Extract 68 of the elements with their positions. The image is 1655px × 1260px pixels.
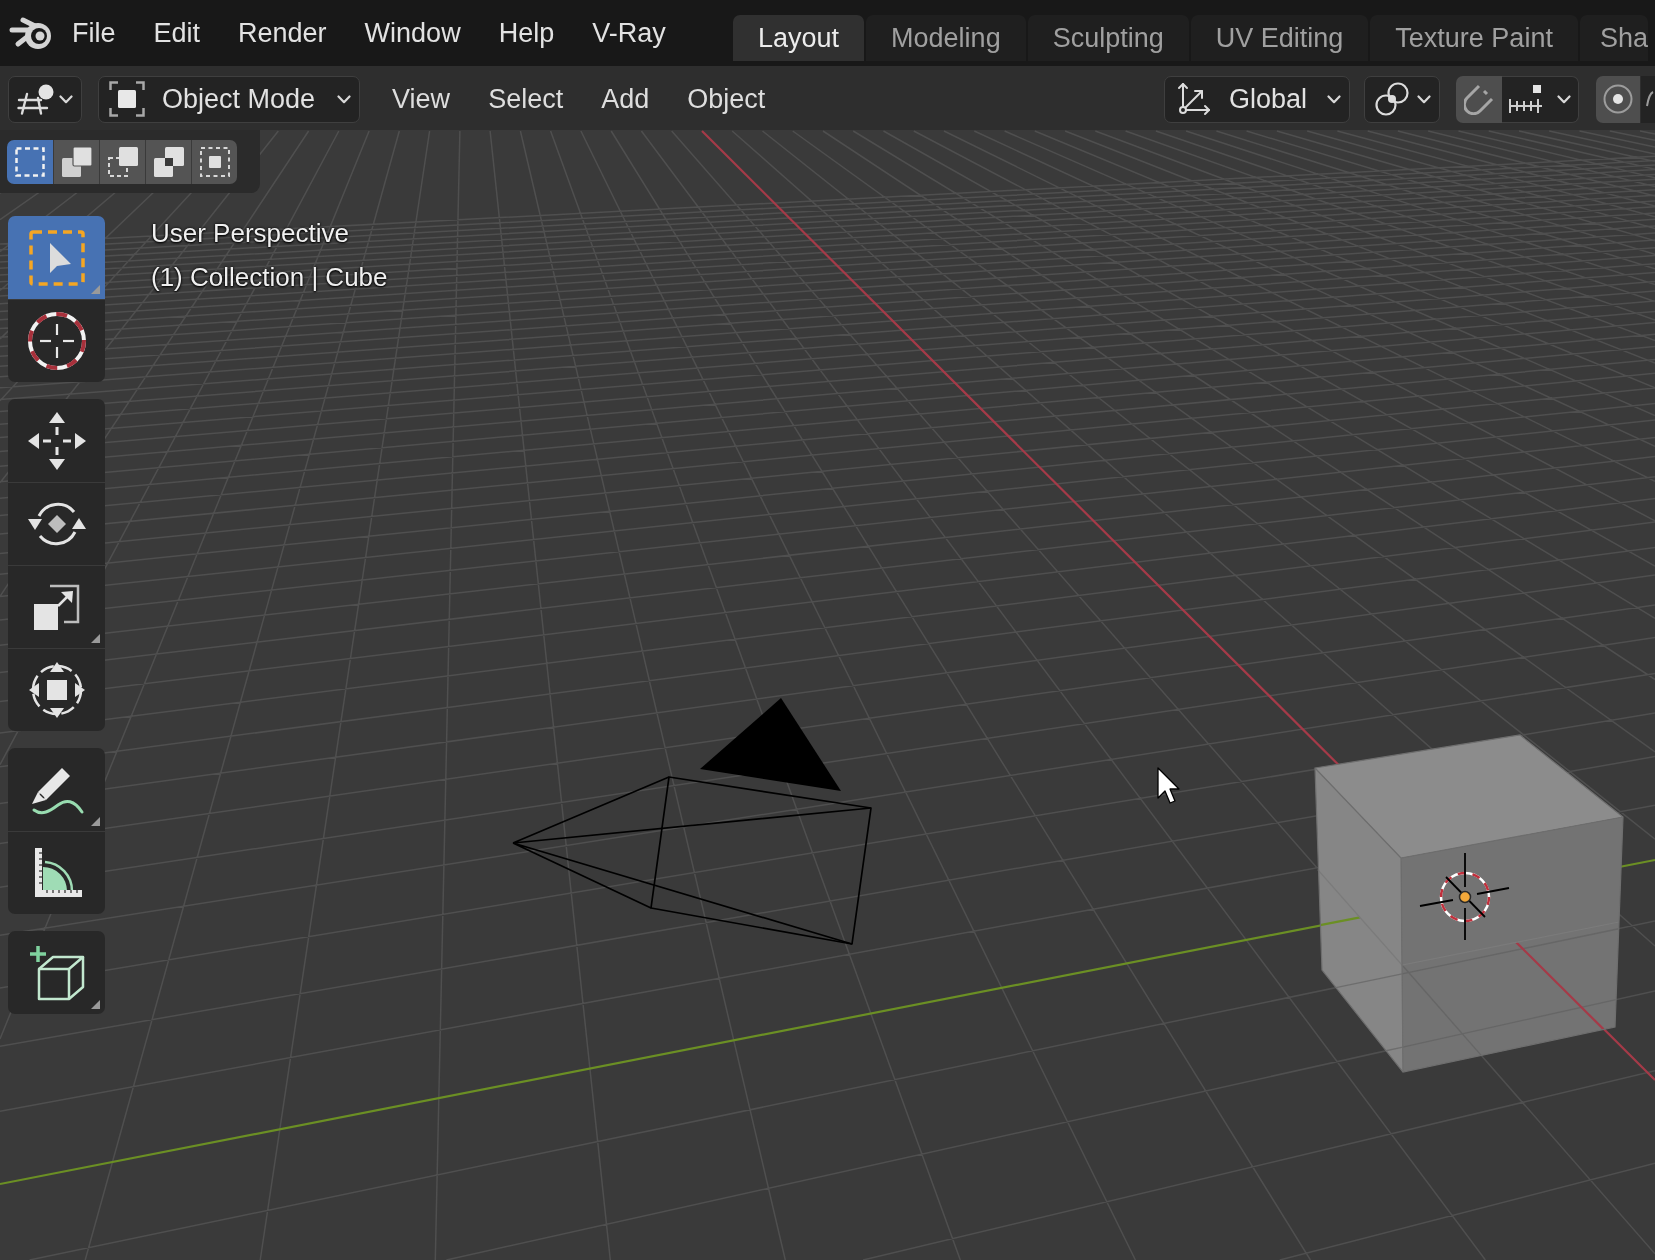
select-box-icon	[28, 229, 85, 286]
menu-item[interactable]: Render	[219, 10, 346, 56]
editor-type-dropdown[interactable]	[8, 75, 82, 123]
sphere-grid-icon	[17, 83, 55, 115]
view-name-label: User Perspective	[151, 217, 349, 250]
orientation-dropdown[interactable]: Global	[1164, 75, 1350, 123]
pivot-dropdown[interactable]	[1364, 75, 1440, 123]
origin-dot-icon	[1458, 890, 1472, 904]
circle-dot-icon	[1603, 84, 1633, 114]
workspace-tab[interactable]: Sculpting	[1027, 15, 1189, 61]
crosshair-icon	[27, 312, 86, 370]
measure-tool[interactable]	[8, 831, 105, 914]
menu-item[interactable]: Window	[345, 10, 480, 56]
axes-icon	[1177, 82, 1211, 116]
annotate-tool[interactable]	[8, 748, 105, 831]
crosshair-cursor-icon	[1419, 852, 1510, 941]
workspace-tab[interactable]: UV Editing	[1190, 15, 1369, 61]
select-invert-button[interactable]	[145, 140, 191, 184]
scale-icon	[33, 584, 80, 630]
mode-dropdown[interactable]: Object Mode	[98, 75, 361, 123]
snap-toggle[interactable]	[1456, 75, 1502, 123]
select-new-button[interactable]	[7, 140, 53, 184]
curve-icon	[1646, 91, 1654, 107]
move-tool[interactable]	[8, 399, 105, 482]
add-cube-tool[interactable]	[8, 931, 105, 1014]
menu-item[interactable]: V-Ray	[573, 10, 685, 56]
logo-icon	[9, 15, 53, 51]
menu-item[interactable]: File	[53, 10, 135, 56]
overlapping-squares-icon	[61, 147, 92, 177]
chevron-down-icon	[337, 94, 352, 104]
transform-icon	[27, 661, 86, 719]
select-subtract-button[interactable]	[99, 140, 145, 184]
chevron-down-icon	[59, 94, 73, 104]
menu-item[interactable]: View	[373, 75, 470, 123]
menu-item[interactable]: Edit	[134, 10, 220, 56]
select-extend-button[interactable]	[53, 140, 99, 184]
move-arrows-icon	[27, 411, 86, 470]
difference-squares-icon	[153, 147, 184, 177]
workspace-tab[interactable]: Layout	[733, 15, 865, 61]
magnet-icon	[1464, 83, 1494, 115]
cursor-tool[interactable]	[8, 299, 105, 382]
mouse-pointer-icon	[1157, 767, 1180, 804]
context-label: (1) Collection | Cube	[151, 261, 388, 294]
intersect-squares-icon	[199, 147, 230, 177]
falloff-dropdown[interactable]	[1641, 75, 1655, 123]
ruler-ticks-icon	[1508, 84, 1544, 114]
transform-tool[interactable]	[8, 648, 105, 731]
snap-target-dropdown[interactable]	[1502, 75, 1579, 123]
subtract-squares-icon	[107, 147, 138, 177]
scale-tool[interactable]	[8, 565, 105, 648]
menu-item[interactable]: Object	[668, 75, 785, 123]
chevron-down-icon	[1327, 94, 1341, 104]
rotate-tool[interactable]	[8, 482, 105, 565]
chevron-down-icon	[1417, 94, 1431, 104]
workspace-tab[interactable]: Sha	[1579, 15, 1648, 61]
chevron-down-icon	[1557, 94, 1571, 104]
add-cube-icon	[28, 944, 85, 1001]
workspace-tab[interactable]: Texture Paint	[1370, 15, 1578, 61]
dashed-square-icon	[15, 147, 45, 177]
workspace-tab[interactable]: Modeling	[866, 15, 1026, 61]
menu-item[interactable]: Select	[469, 75, 583, 123]
object-square-icon	[109, 81, 145, 117]
menu-item[interactable]: Help	[479, 10, 574, 56]
select-intersect-button[interactable]	[191, 140, 237, 184]
select-box-tool[interactable]	[8, 216, 105, 299]
linked-circles-icon	[1375, 82, 1409, 116]
proportional-edit-toggle[interactable]	[1596, 75, 1640, 123]
menu-item[interactable]: Add	[582, 75, 669, 123]
